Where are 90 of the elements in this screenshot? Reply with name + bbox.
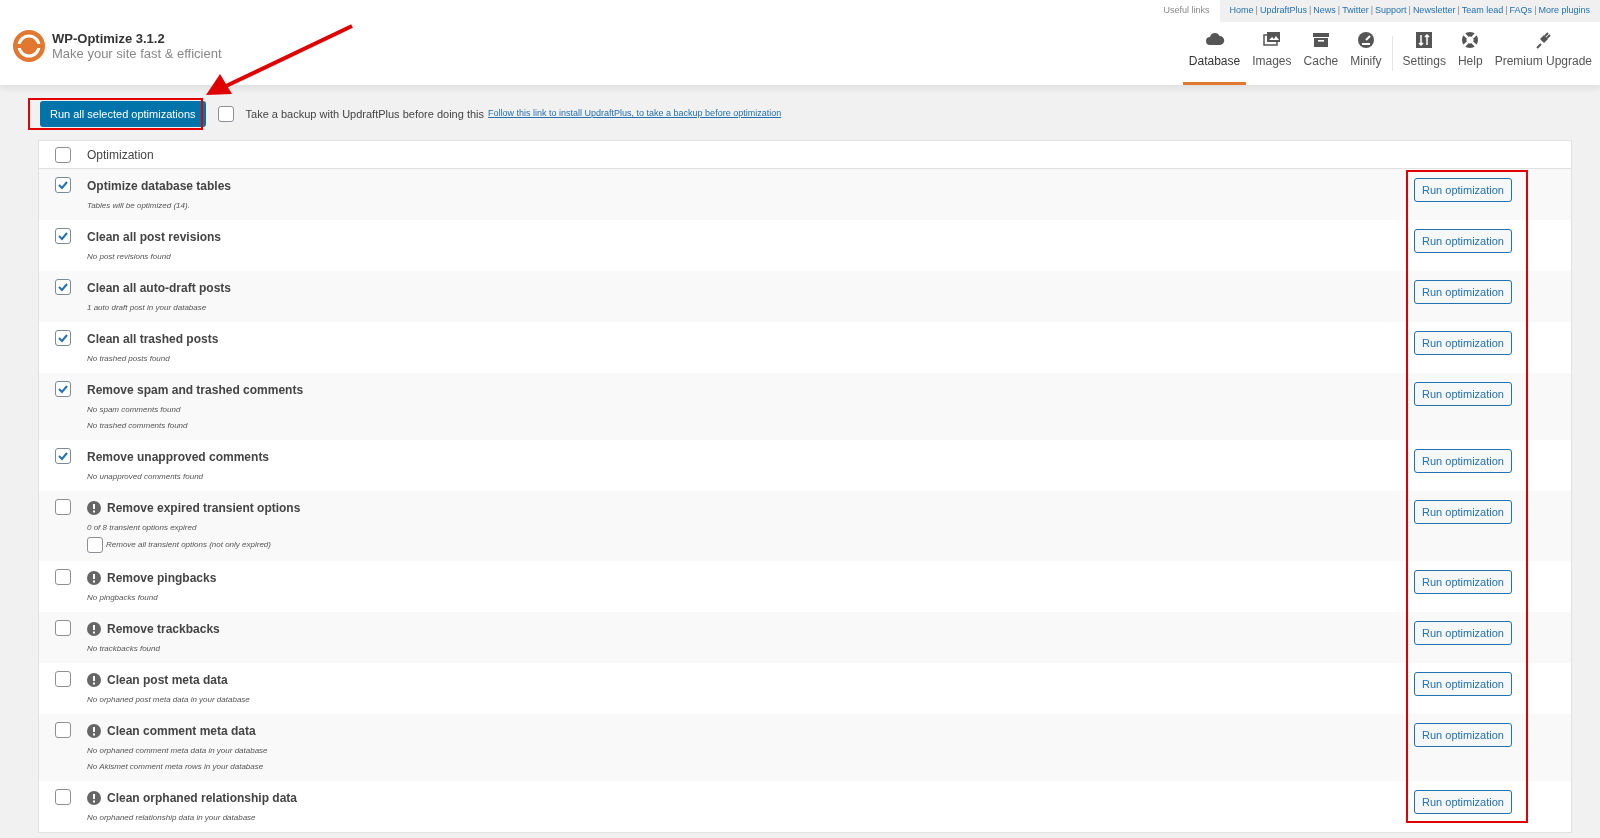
optimization-title: Remove unapproved comments — [87, 449, 270, 466]
optimization-title: Remove expired transient options — [107, 500, 301, 517]
useful-link[interactable]: More plugins — [1538, 4, 1590, 18]
optimization-note: No trackbacks found — [87, 643, 161, 655]
link-separator: | — [1307, 4, 1313, 18]
row-checkbox[interactable] — [55, 671, 71, 687]
link-separator: | — [1456, 4, 1461, 18]
archive-icon — [1310, 30, 1331, 50]
optimization-title: Optimize database tables — [87, 178, 232, 195]
row-checkbox[interactable] — [55, 381, 71, 397]
optimization-note: No Akismet comment meta rows in your database — [87, 761, 265, 773]
run-optimization-button[interactable]: Run optimization — [1414, 331, 1512, 355]
run-optimization-button[interactable]: Run optimization — [1414, 672, 1512, 696]
useful-link[interactable]: News — [1313, 4, 1336, 18]
option-label: Remove all transient options (not only expired) — [106, 539, 271, 551]
useful-link[interactable]: FAQs — [1509, 4, 1533, 18]
logo-icon — [12, 28, 46, 63]
row-checkbox[interactable] — [55, 789, 71, 805]
run-optimization-button[interactable]: Run optimization — [1414, 570, 1512, 594]
row-checkbox[interactable] — [55, 279, 71, 295]
optimization-title: Clean post meta data — [107, 672, 228, 689]
optimization-title: Clean comment meta data — [107, 723, 256, 740]
optimization-note: No pingbacks found — [87, 592, 159, 604]
optimization-note: No trashed posts found — [87, 353, 171, 365]
gauge-icon — [1355, 30, 1376, 50]
row-checkbox[interactable] — [55, 499, 71, 515]
optimization-note: No orphaned relationship data in your database — [87, 812, 257, 824]
useful-link[interactable]: UpdraftPlus — [1259, 4, 1307, 18]
optimization-note: No orphaned comment meta data in your database — [87, 745, 269, 757]
run-optimization-button[interactable]: Run optimization — [1414, 382, 1512, 406]
link-separator: | — [1369, 4, 1374, 18]
plugin-title: WP-Optimize 3.1.2 — [52, 30, 166, 46]
lifebuoy-icon — [1460, 30, 1481, 50]
run-optimization-button[interactable]: Run optimization — [1414, 178, 1512, 202]
backup-checkbox[interactable] — [217, 106, 234, 122]
nav-tab[interactable]: Help — [1451, 22, 1489, 85]
run-optimization-button[interactable]: Run optimization — [1414, 229, 1512, 253]
optimization-note: No trashed comments found — [87, 420, 189, 432]
select-all-checkbox[interactable] — [55, 146, 71, 163]
row-checkbox[interactable] — [55, 330, 71, 346]
optimization-title: Remove spam and trashed comments — [87, 382, 304, 399]
option-checkbox[interactable] — [87, 537, 103, 553]
link-separator: | — [1504, 4, 1509, 18]
optimization-note: No spam comments found — [87, 404, 182, 416]
row-checkbox[interactable] — [55, 228, 71, 244]
optimization-note: 0 of 8 transient options expired — [87, 522, 198, 534]
nav-tab[interactable]: Minify — [1344, 22, 1388, 85]
optimization-note: No unapproved comments found — [87, 471, 205, 483]
row-checkbox[interactable] — [55, 722, 71, 738]
optimization-note: 1 auto draft post in your database — [87, 302, 208, 314]
nav-tab[interactable]: Database — [1182, 22, 1247, 85]
nav-tab[interactable]: Images — [1246, 22, 1298, 85]
row-checkbox[interactable] — [55, 448, 71, 464]
useful-link[interactable]: Team lead — [1461, 4, 1504, 18]
optimization-title: Remove trackbacks — [107, 621, 220, 638]
column-header: Optimization — [87, 146, 154, 164]
run-optimization-button[interactable]: Run optimization — [1414, 621, 1512, 645]
link-separator: | — [1533, 4, 1538, 18]
link-separator: | — [1407, 4, 1412, 18]
link-separator: | — [1336, 4, 1342, 18]
plugin-tagline: Make your site fast & efficient — [52, 45, 222, 61]
run-optimization-button[interactable]: Run optimization — [1414, 280, 1512, 304]
nav-tab[interactable]: Settings — [1396, 22, 1452, 85]
optimization-title: Remove pingbacks — [107, 570, 217, 587]
optimization-note: No orphaned post meta data in your database — [87, 694, 251, 706]
optimization-note: Tables will be optimized (14). — [87, 200, 191, 212]
backup-label: Take a backup with UpdraftPlus before doing this — [245, 106, 484, 122]
optimization-title: Clean all post revisions — [87, 229, 222, 246]
optimization-title: Clean orphaned relationship data — [107, 790, 298, 807]
sliders-icon — [1414, 30, 1435, 50]
nav-tab[interactable]: Premium Upgrade — [1488, 22, 1598, 85]
run-optimization-button[interactable]: Run optimization — [1414, 449, 1512, 473]
useful-link[interactable]: Newsletter — [1412, 4, 1456, 18]
run-all-button[interactable]: Run all selected optimizations — [40, 101, 206, 127]
row-checkbox[interactable] — [55, 177, 71, 193]
install-link[interactable]: Follow this link to install UpdraftPlus, to take a backup before optimization — [488, 107, 782, 121]
optimization-note: No post revisions found — [87, 251, 172, 263]
useful-link[interactable]: Home — [1229, 4, 1254, 18]
row-checkbox[interactable] — [55, 620, 71, 636]
optimization-title: Clean all auto-draft posts — [87, 280, 232, 297]
row-checkbox[interactable] — [55, 569, 71, 585]
useful-link[interactable]: Twitter — [1342, 4, 1369, 18]
run-optimization-button[interactable]: Run optimization — [1414, 723, 1512, 747]
optimization-title: Clean all trashed posts — [87, 331, 219, 348]
useful-links-label: Useful links — [1162, 4, 1211, 18]
run-optimization-button[interactable]: Run optimization — [1414, 500, 1512, 524]
nav-tab[interactable]: Cache — [1297, 22, 1345, 85]
useful-link[interactable]: Support — [1375, 4, 1407, 18]
link-separator: | — [1254, 4, 1259, 18]
run-optimization-button[interactable]: Run optimization — [1414, 790, 1512, 814]
